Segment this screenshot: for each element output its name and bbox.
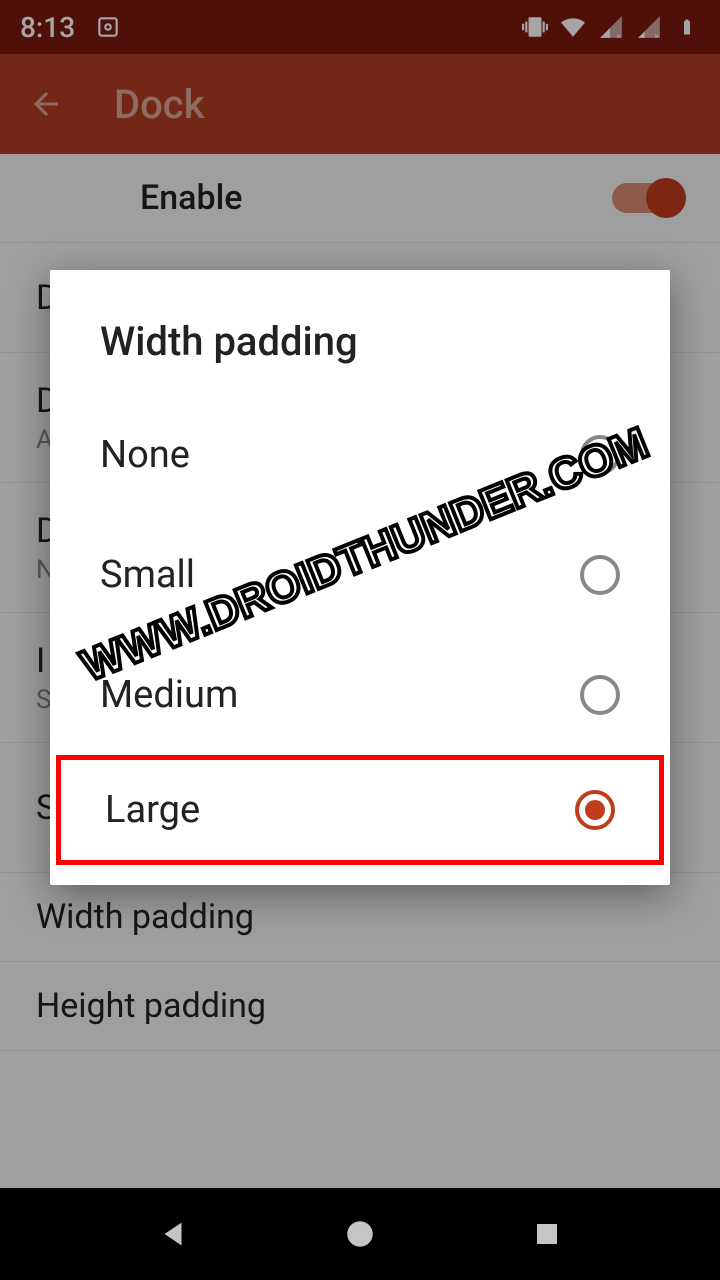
radio-icon	[580, 675, 620, 715]
navigation-bar	[0, 1188, 720, 1280]
radio-selected-icon	[575, 790, 615, 830]
dialog-title: Width padding	[50, 270, 670, 395]
nav-recent-button[interactable]	[527, 1214, 567, 1254]
option-medium[interactable]: Medium	[50, 635, 670, 755]
option-label: Large	[105, 788, 200, 832]
option-label: None	[100, 433, 190, 477]
option-none[interactable]: None	[50, 395, 670, 515]
option-small[interactable]: Small	[50, 515, 670, 635]
nav-home-button[interactable]	[340, 1214, 380, 1254]
radio-icon	[580, 435, 620, 475]
width-padding-dialog: Width padding None Small Medium Large	[50, 270, 670, 885]
highlight-annotation: Large	[56, 755, 664, 865]
option-label: Medium	[100, 673, 238, 717]
nav-back-button[interactable]	[153, 1214, 193, 1254]
option-label: Small	[100, 553, 195, 597]
option-large[interactable]: Large	[61, 760, 659, 860]
radio-icon	[580, 555, 620, 595]
